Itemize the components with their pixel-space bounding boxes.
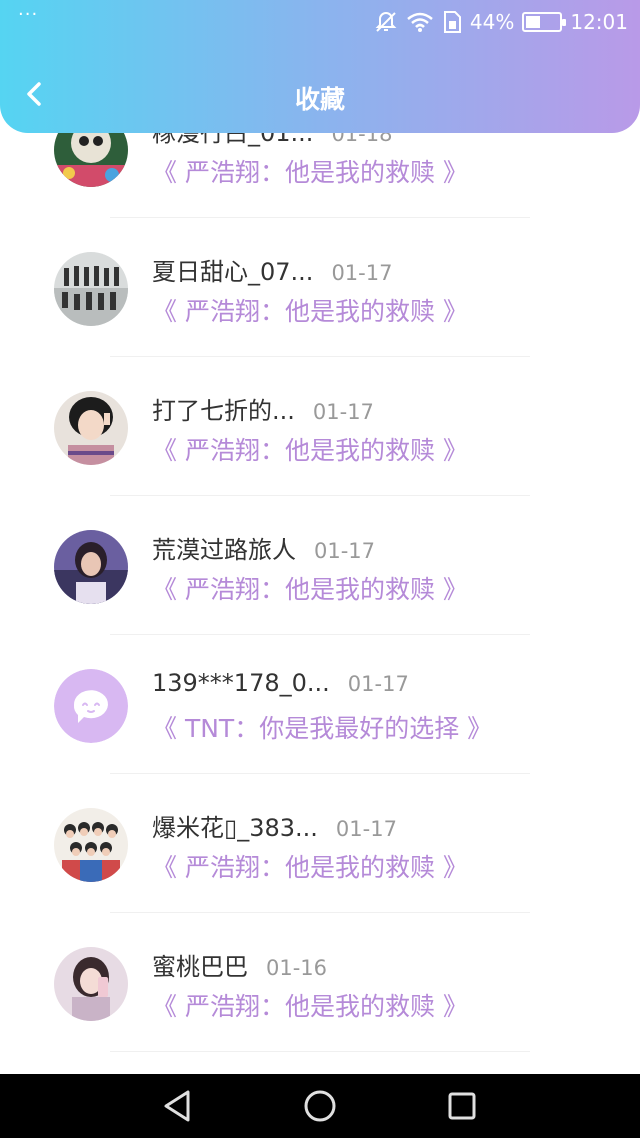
avatar [54,133,128,187]
date: 01-18 [331,133,393,146]
list-item[interactable]: 蜜桃巴巴 01-16 《 严浩翔：他是我的救赎 》 [0,913,640,1052]
nav-bar: 收藏 [0,60,640,130]
username: 打了七折的... [152,397,295,425]
item-meta: 稼漫行白_01... 01-18 [152,133,392,148]
username: 荒漠过路旅人 [152,536,296,564]
battery-icon [522,12,567,32]
collected-title-link[interactable]: 《 TNT：你是我最好的选择 》 [152,709,492,745]
square-recent-icon [448,1092,476,1120]
list-item[interactable]: 荒漠过路旅人 01-17 《 严浩翔：他是我的救赎 》 [0,496,640,635]
username: 稼漫行白_01... [152,133,314,147]
username: 139***178_0... [152,669,330,697]
page-title: 收藏 [294,85,345,114]
item-meta: 打了七折的... 01-17 [152,391,374,426]
date: 01-17 [312,400,374,424]
collected-title-link[interactable]: 《 严浩翔：他是我的救赎 》 [152,848,468,884]
username: 爆米花▯_383... [152,814,318,842]
avatar [54,530,128,604]
triangle-back-icon [164,1090,190,1122]
date: 01-17 [331,261,393,285]
collected-title-link[interactable]: 《 严浩翔：他是我的救赎 》 [152,153,468,189]
mute-icon [374,10,398,34]
date: 01-16 [266,956,328,980]
collected-title-link[interactable]: 《 严浩翔：他是我的救赎 》 [152,292,468,328]
item-meta: 139***178_0... 01-17 [152,669,409,697]
collected-title-link[interactable]: 《 严浩翔：他是我的救赎 》 [152,987,468,1023]
battery-percent: 44% [469,10,515,34]
item-meta: 荒漠过路旅人 01-17 [152,530,375,565]
circle-home-icon [304,1090,336,1122]
wifi-icon [406,11,434,33]
item-meta: 夏日甜心_07... 01-17 [152,252,392,287]
date: 01-17 [314,539,376,563]
nav-recent-button[interactable] [444,1088,480,1124]
avatar [54,808,128,882]
list-item[interactable]: 爆米花▯_383... 01-17 《 严浩翔：他是我的救赎 》 [0,774,640,913]
avatar [54,252,128,326]
header: ··· 44% 12:01 收藏 [0,0,640,133]
divider [110,1051,530,1052]
system-navigation-bar [0,1074,640,1138]
date: 01-17 [347,672,409,696]
status-icons: 44% 12:01 [374,8,628,36]
default-avatar-icon [54,669,128,743]
username: 蜜桃巴巴 [152,953,248,981]
status-bar: ··· 44% 12:01 [0,0,640,44]
collected-title-link[interactable]: 《 严浩翔：他是我的救赎 》 [152,431,468,467]
clock: 12:01 [570,10,628,34]
nav-home-button[interactable] [302,1088,338,1124]
list-item[interactable]: 139***178_0... 01-17 《 TNT：你是我最好的选择 》 [0,635,640,774]
list-item[interactable]: 稼漫行白_01... 01-18 《 严浩翔：他是我的救赎 》 [0,133,640,218]
collected-title-link[interactable]: 《 严浩翔：他是我的救赎 》 [152,570,468,606]
notification-dots-icon: ··· [18,4,39,25]
avatar [54,947,128,1021]
date: 01-17 [335,817,397,841]
list-item[interactable]: 打了七折的... 01-17 《 严浩翔：他是我的救赎 》 [0,357,640,496]
username: 夏日甜心_07... [152,258,314,286]
list-item[interactable]: 夏日甜心_07... 01-17 《 严浩翔：他是我的救赎 》 [0,218,640,357]
battery-level [526,16,541,28]
item-meta: 爆米花▯_383... 01-17 [152,808,397,843]
avatar [54,391,128,465]
favorites-list: 稼漫行白_01... 01-18 《 严浩翔：他是我的救赎 》 夏日甜心_07.… [0,133,640,1073]
nav-back-button[interactable] [160,1088,196,1124]
sim-card-icon [442,11,462,33]
item-meta: 蜜桃巴巴 01-16 [152,947,327,982]
